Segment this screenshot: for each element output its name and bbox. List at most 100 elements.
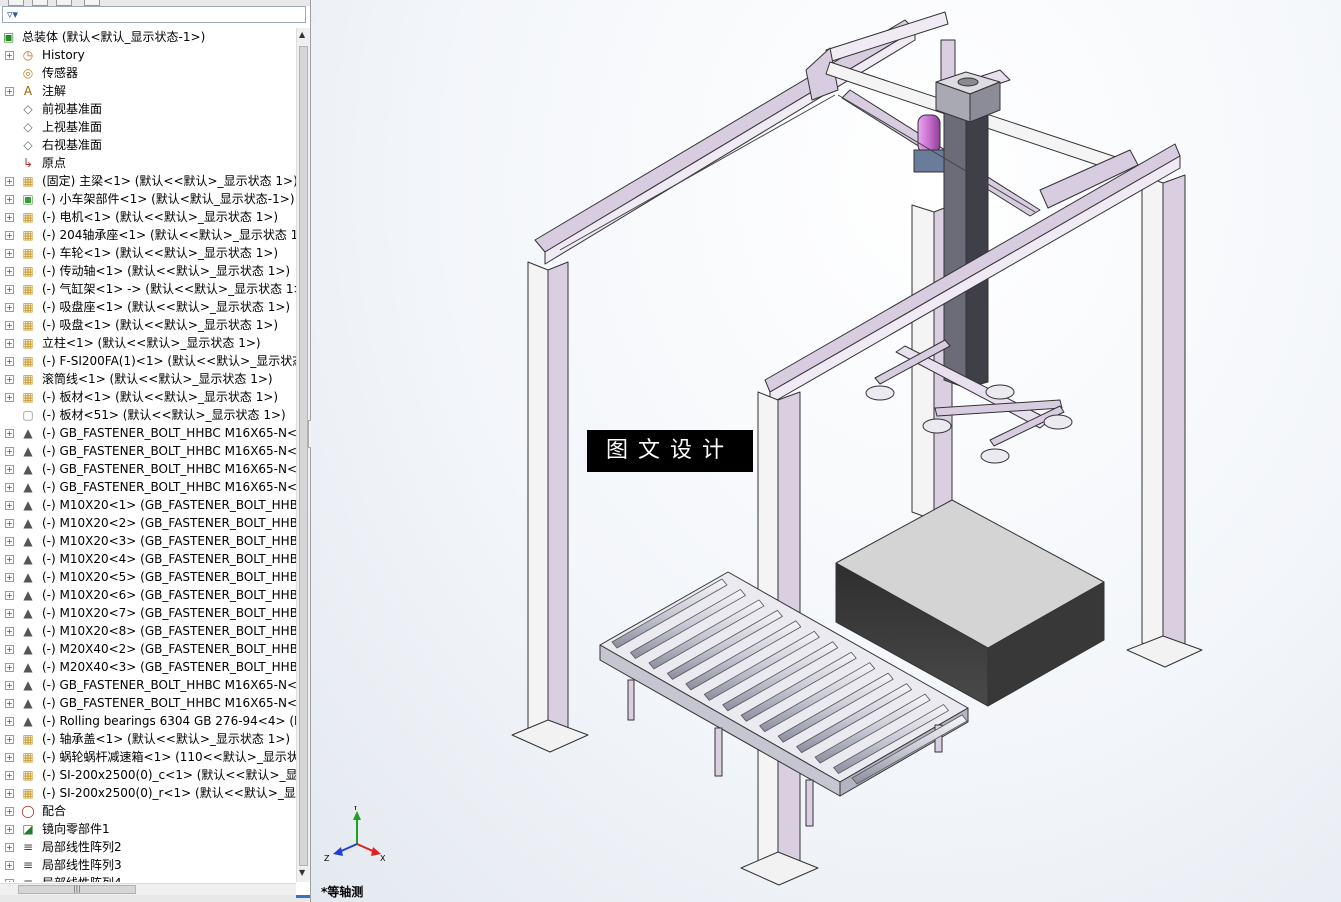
expand-toggle[interactable]: + <box>5 249 14 258</box>
tree-item[interactable]: + ◷ History <box>0 46 296 64</box>
expand-toggle[interactable]: + <box>5 555 14 564</box>
expand-toggle[interactable]: + <box>5 303 14 312</box>
expand-toggle[interactable]: + <box>5 591 14 600</box>
expand-toggle[interactable]: + <box>5 861 14 870</box>
expand-toggle[interactable]: + <box>5 573 14 582</box>
expand-toggle[interactable]: + <box>5 429 14 438</box>
tree-filter-input[interactable]: ▿▾ <box>2 6 306 23</box>
scrollbar-thumb[interactable] <box>299 46 308 866</box>
tree-item[interactable]: + ▦ (-) 蜗轮蜗杆减速箱<1> (110<<默认>_显示状态 <box>0 748 296 766</box>
expand-toggle[interactable]: + <box>5 537 14 546</box>
expand-toggle[interactable]: + <box>5 375 14 384</box>
tree-item[interactable]: + ▲ (-) M10X20<4> (GB_FASTENER_BOLT_HHBC <box>0 550 296 568</box>
expand-toggle[interactable]: + <box>5 627 14 636</box>
tree-item[interactable]: + ▲ (-) Rolling bearings 6304 GB 276-94<4>… <box>0 712 296 730</box>
expand-toggle[interactable]: + <box>5 735 14 744</box>
expand-toggle[interactable]: + <box>5 807 14 816</box>
expand-toggle[interactable]: + <box>5 357 14 366</box>
tree-item[interactable]: + ▦ (-) 204轴承座<1> (默认<<默认>_显示状态 1> <box>0 226 296 244</box>
assembly-model[interactable] <box>311 0 1341 902</box>
scroll-up-arrow[interactable]: ▲ <box>299 30 305 39</box>
tree-item[interactable]: + ▲ (-) GB_FASTENER_BOLT_HHBC M16X65-N<4 <box>0 478 296 496</box>
tree-item[interactable]: + ▦ (-) 吸盘<1> (默认<<默认>_显示状态 1>) <box>0 316 296 334</box>
tree-item[interactable]: + ▦ 立柱<1> (默认<<默认>_显示状态 1>) <box>0 334 296 352</box>
expand-toggle[interactable]: + <box>5 789 14 798</box>
expand-toggle[interactable]: + <box>5 501 14 510</box>
expand-toggle[interactable]: + <box>5 447 14 456</box>
expand-toggle[interactable]: + <box>5 663 14 672</box>
tree-vertical-scrollbar[interactable]: ▲ ▼ <box>296 28 310 882</box>
tree-item[interactable]: + ▲ (-) M20X40<2> (GB_FASTENER_BOLT_HHBC <box>0 640 296 658</box>
tree-item[interactable]: + ≡ 局部线性阵列3 <box>0 856 296 874</box>
tree-item[interactable]: + ▦ (-) 车轮<1> (默认<<默认>_显示状态 1>) <box>0 244 296 262</box>
tree-item[interactable]: + ▦ (-) SI-200x2500(0)_c<1> (默认<<默认>_显示 <box>0 766 296 784</box>
expand-toggle[interactable]: + <box>5 51 14 60</box>
tree-item[interactable]: + ≡ 局部线性阵列2 <box>0 838 296 856</box>
expand-toggle[interactable]: + <box>5 393 14 402</box>
expand-toggle[interactable]: + <box>5 753 14 762</box>
expand-toggle[interactable]: + <box>5 717 14 726</box>
tree-item[interactable]: + ▲ (-) GB_FASTENER_BOLT_HHBC M16X65-N<2 <box>0 442 296 460</box>
expand-toggle[interactable]: + <box>5 843 14 852</box>
tree-item[interactable]: + ▲ (-) M10X20<6> (GB_FASTENER_BOLT_HHBC <box>0 586 296 604</box>
tree-item[interactable]: + ▦ (-) 吸盘座<1> (默认<<默认>_显示状态 1>) <box>0 298 296 316</box>
expand-toggle[interactable]: + <box>5 519 14 528</box>
tree-item[interactable]: + ▲ (-) M10X20<3> (GB_FASTENER_BOLT_HHBC <box>0 532 296 550</box>
expand-toggle[interactable]: + <box>5 267 14 276</box>
expand-toggle[interactable]: + <box>5 195 14 204</box>
tree-item[interactable]: + ▦ 滚筒线<1> (默认<<默认>_显示状态 1>) <box>0 370 296 388</box>
tree-item[interactable]: + ▲ (-) M10X20<8> (GB_FASTENER_BOLT_HHBC <box>0 622 296 640</box>
tree-item[interactable]: + ▲ (-) M10X20<2> (GB_FASTENER_BOLT_HHBC <box>0 514 296 532</box>
tree-root-assembly[interactable]: ▣ 总装体 (默认<默认_显示状态-1>) <box>0 28 296 46</box>
tree-item[interactable]: + ▲ (-) M10X20<1> (GB_FASTENER_BOLT_HHBC <box>0 496 296 514</box>
tree-item[interactable]: + ▣ (-) 小车架部件<1> (默认<默认_显示状态-1>) <box>0 190 296 208</box>
tree-item[interactable]: + ▲ (-) M20X40<3> (GB_FASTENER_BOLT_HHBC <box>0 658 296 676</box>
tree-item[interactable]: + A 注解 <box>0 82 296 100</box>
expand-toggle[interactable]: + <box>5 87 14 96</box>
expand-toggle[interactable]: + <box>5 285 14 294</box>
tree-item[interactable]: ▢ (-) 板材<51> (默认<<默认>_显示状态 1>) <box>0 406 296 424</box>
tree-item[interactable]: ◇ 前视基准面 <box>0 100 296 118</box>
expand-toggle[interactable]: + <box>5 771 14 780</box>
expand-toggle[interactable]: + <box>5 321 14 330</box>
expand-toggle[interactable]: + <box>5 699 14 708</box>
expand-toggle[interactable]: + <box>5 339 14 348</box>
expand-toggle[interactable]: + <box>5 681 14 690</box>
tree-item[interactable]: + ▲ (-) M10X20<7> (GB_FASTENER_BOLT_HHBC <box>0 604 296 622</box>
tree-item[interactable]: ↳ 原点 <box>0 154 296 172</box>
expand-toggle[interactable]: + <box>5 645 14 654</box>
tree-item-label: 原点 <box>42 156 67 170</box>
tree-item[interactable]: + ▦ (-) 电机<1> (默认<<默认>_显示状态 1>) <box>0 208 296 226</box>
tree-item[interactable]: + ▦ (-) 轴承盖<1> (默认<<默认>_显示状态 1>) <box>0 730 296 748</box>
expand-toggle[interactable]: + <box>5 177 14 186</box>
tree-item[interactable]: ◎ 传感器 <box>0 64 296 82</box>
filter-icon[interactable]: ▿▾ <box>7 8 18 21</box>
tree-item[interactable]: + ◯ 配合 <box>0 802 296 820</box>
subassembly-icon: ▣ <box>22 192 34 206</box>
tree-item[interactable]: + ▲ (-) GB_FASTENER_BOLT_HHBC M16X65-N<1 <box>0 424 296 442</box>
tree-item[interactable]: + ▦ (-) F-SI200FA(1)<1> (默认<<默认>_显示状态 <box>0 352 296 370</box>
expand-toggle[interactable]: + <box>5 465 14 474</box>
expand-toggle[interactable]: + <box>5 879 14 882</box>
scroll-down-arrow[interactable]: ▼ <box>299 868 305 877</box>
expand-toggle[interactable]: + <box>5 483 14 492</box>
expand-toggle[interactable]: + <box>5 825 14 834</box>
expand-toggle[interactable]: + <box>5 609 14 618</box>
expand-toggle[interactable]: + <box>5 231 14 240</box>
graphics-viewport[interactable]: 图文设计 Y X Z *等轴测 <box>311 0 1341 902</box>
tree-item[interactable]: + ▲ (-) M10X20<5> (GB_FASTENER_BOLT_HHBC <box>0 568 296 586</box>
tree-item[interactable]: + ▲ (-) GB_FASTENER_BOLT_HHBC M16X65-N<3 <box>0 460 296 478</box>
horizontal-scrollbar-thumb[interactable]: ||| <box>18 885 136 894</box>
tree-item[interactable]: + ▦ (固定) 主梁<1> (默认<<默认>_显示状态 1>) <box>0 172 296 190</box>
tree-item[interactable]: + ▦ (-) 传动轴<1> (默认<<默认>_显示状态 1>) <box>0 262 296 280</box>
tree-item[interactable]: + ▦ (-) 板材<1> (默认<<默认>_显示状态 1>) <box>0 388 296 406</box>
tree-item[interactable]: + ▦ (-) 气缸架<1> -> (默认<<默认>_显示状态 1> <box>0 280 296 298</box>
expand-toggle[interactable]: + <box>5 213 14 222</box>
tree-item[interactable]: ◇ 右视基准面 <box>0 136 296 154</box>
tree-item[interactable]: + ▦ (-) SI-200x2500(0)_r<1> (默认<<默认>_显示 <box>0 784 296 802</box>
tree-item[interactable]: + ▲ (-) GB_FASTENER_BOLT_HHBC M16X65-N<1 <box>0 676 296 694</box>
tree-item[interactable]: + ≡ 局部线性阵列4 <box>0 874 296 882</box>
tree-item[interactable]: ◇ 上视基准面 <box>0 118 296 136</box>
tree-item[interactable]: + ▲ (-) GB_FASTENER_BOLT_HHBC M16X65-N<1 <box>0 694 296 712</box>
tree-item[interactable]: + ◪ 镜向零部件1 <box>0 820 296 838</box>
